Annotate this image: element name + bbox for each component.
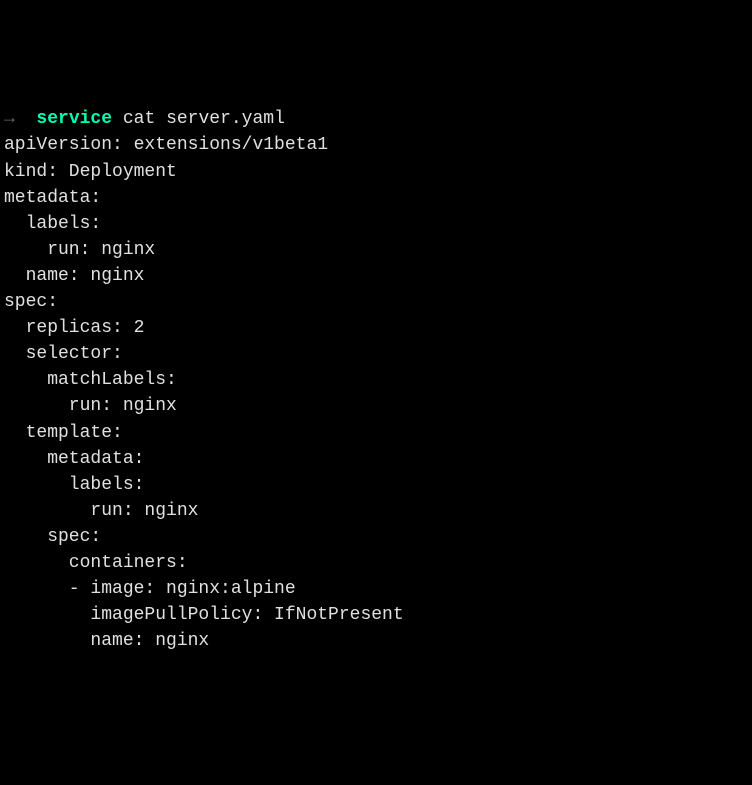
yaml-line: imagePullPolicy: IfNotPresent [4,602,748,628]
yaml-line: selector: [4,341,748,367]
command-text: cat server.yaml [123,109,285,129]
yaml-line: template: [4,420,748,446]
yaml-line: run: nginx [4,237,748,263]
prompt-line[interactable]: → service cat server.yaml [4,106,748,132]
yaml-line: containers: [4,550,748,576]
prompt-dir: service [36,109,112,129]
yaml-line: labels: [4,211,748,237]
yaml-line: matchLabels: [4,367,748,393]
yaml-line: labels: [4,472,748,498]
yaml-line: run: nginx [4,498,748,524]
yaml-line: name: nginx [4,263,748,289]
yaml-line: kind: Deployment [4,159,748,185]
prompt-arrow-icon: → [4,109,15,129]
yaml-line: replicas: 2 [4,315,748,341]
yaml-line: apiVersion: extensions/v1beta1 [4,132,748,158]
yaml-line: name: nginx [4,628,748,654]
yaml-line: metadata: [4,446,748,472]
yaml-line: metadata: [4,185,748,211]
yaml-line: run: nginx [4,393,748,419]
yaml-line: spec: [4,289,748,315]
yaml-line: - image: nginx:alpine [4,576,748,602]
yaml-line: spec: [4,524,748,550]
